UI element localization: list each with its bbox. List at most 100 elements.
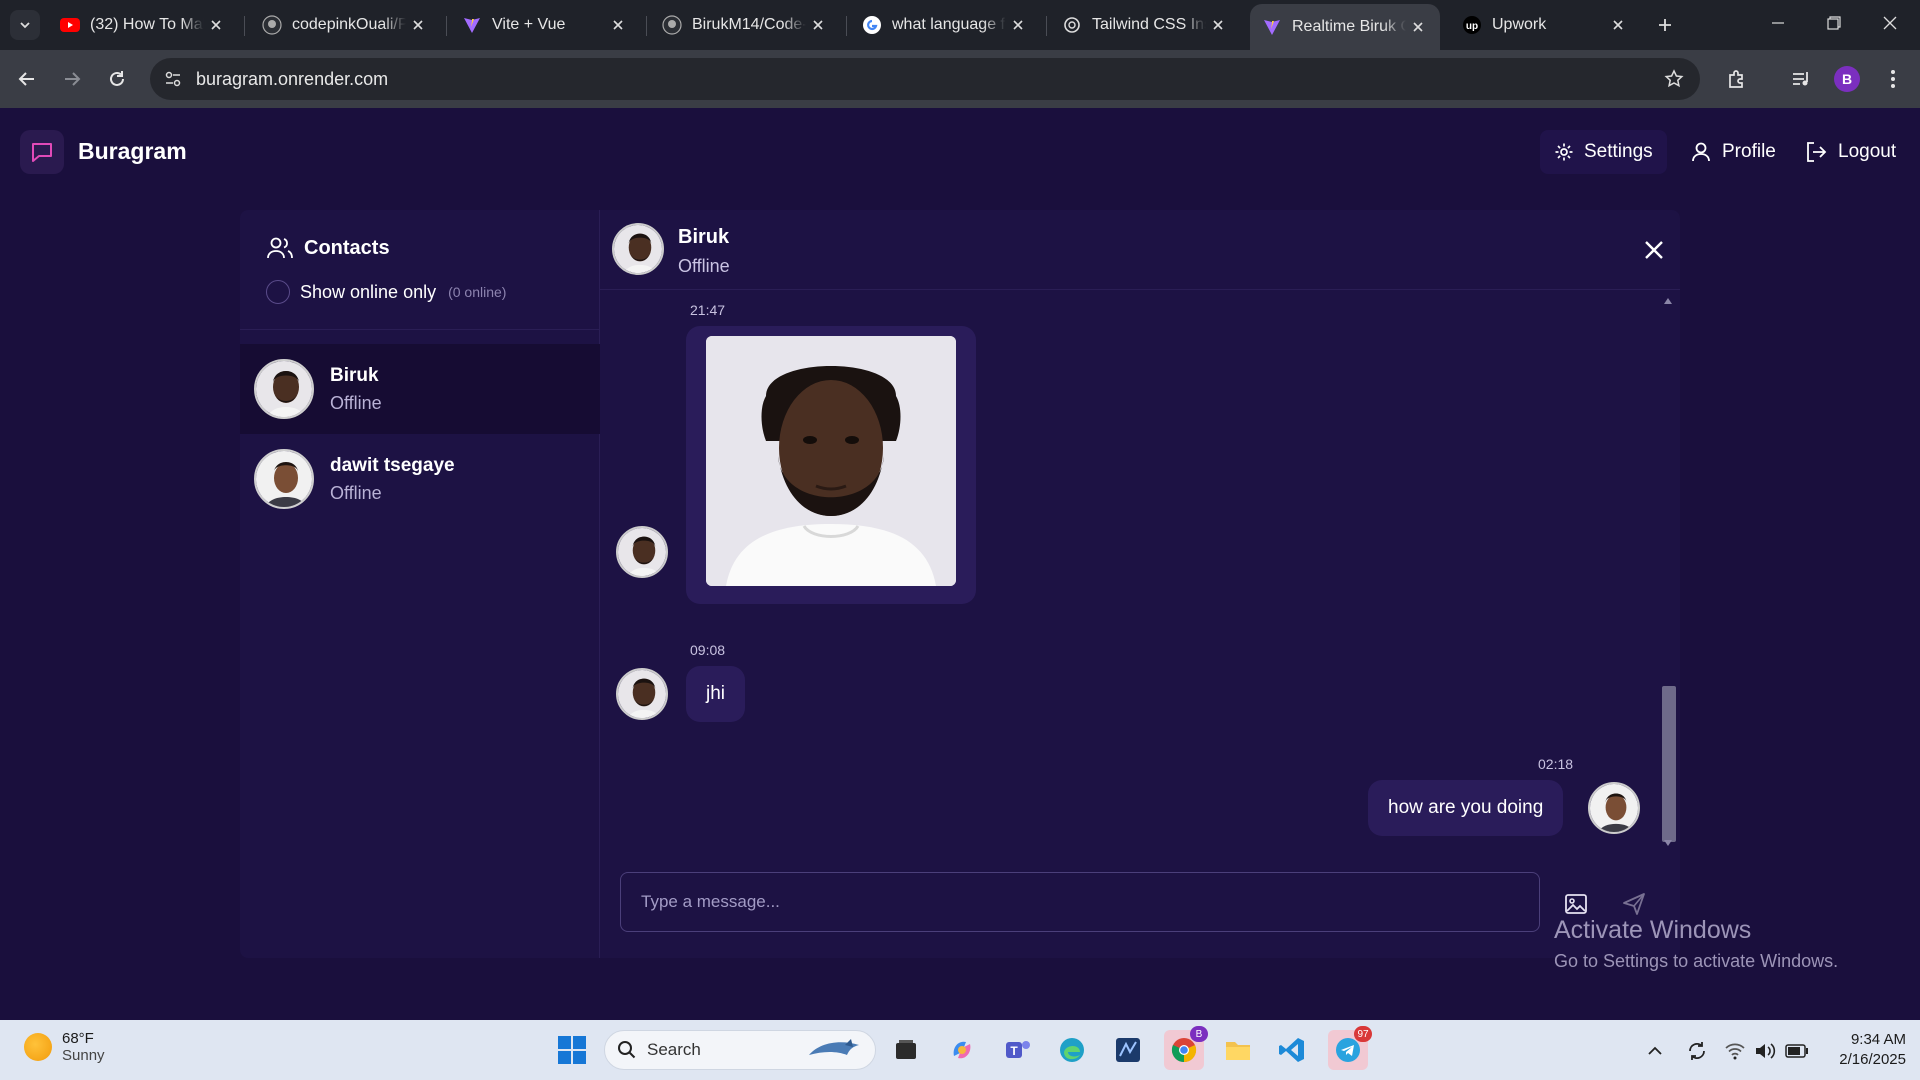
close-icon[interactable]	[1606, 13, 1630, 37]
back-button[interactable]	[12, 64, 42, 94]
close-icon	[1645, 241, 1663, 259]
tab-github-1[interactable]: codepinkOuali/P	[250, 8, 440, 42]
extensions-button[interactable]	[1722, 64, 1752, 94]
clock-date: 2/16/2025	[1839, 1051, 1906, 1068]
browser-menu-button[interactable]	[1878, 64, 1908, 94]
copilot-button[interactable]	[942, 1030, 982, 1070]
tab-upwork[interactable]: up Upwork	[1450, 8, 1640, 42]
arrow-right-icon	[65, 72, 81, 86]
task-view-button[interactable]	[886, 1030, 926, 1070]
media-control-button[interactable]	[1786, 64, 1816, 94]
chat-contact-name: Biruk	[678, 226, 730, 248]
search-icon	[618, 1041, 636, 1059]
forward-button[interactable]	[57, 64, 87, 94]
tab-separator	[846, 16, 847, 36]
tab-separator	[446, 16, 447, 36]
scroll-down-arrow[interactable]	[1663, 838, 1673, 848]
close-icon[interactable]	[806, 13, 830, 37]
restore-button[interactable]	[1806, 0, 1862, 46]
contact-status: Offline	[330, 482, 382, 503]
tab-title: Upwork	[1492, 16, 1547, 33]
volume-button[interactable]	[1752, 1038, 1778, 1064]
chat-bubble-icon	[32, 143, 52, 162]
google-icon	[862, 15, 882, 35]
bookmark-star-icon[interactable]	[1662, 67, 1686, 91]
tab-separator	[1046, 16, 1047, 36]
close-icon[interactable]	[1406, 15, 1430, 39]
reload-button[interactable]	[102, 64, 132, 94]
contact-item-dawit-tsegaye[interactable]: dawit tsegaye Offline	[240, 434, 600, 524]
start-button[interactable]	[552, 1030, 592, 1070]
chat-contact-status: Offline	[678, 256, 730, 276]
app-brand[interactable]: Buragram	[78, 138, 187, 165]
github-icon	[262, 15, 282, 35]
sync-status-button[interactable]	[1684, 1038, 1710, 1064]
show-online-label: Show online only	[300, 281, 437, 302]
tab-tailwind[interactable]: Tailwind CSS Inst	[1050, 8, 1240, 42]
close-window-button[interactable]	[1862, 0, 1918, 46]
weather-widget[interactable]: 68°F Sunny	[24, 1030, 105, 1064]
users-icon	[267, 237, 293, 259]
edge-button[interactable]	[1052, 1030, 1092, 1070]
tab-github-2[interactable]: BirukM14/Code-	[650, 8, 840, 42]
teams-button[interactable]: T	[998, 1030, 1038, 1070]
chrome-button[interactable]: B	[1164, 1026, 1208, 1070]
address-bar[interactable]: buragram.onrender.com	[150, 58, 1700, 100]
tab-title: (32) How To Make	[90, 16, 204, 33]
scrollbar-thumb[interactable]	[1662, 686, 1676, 842]
app-button-blue[interactable]	[1108, 1030, 1148, 1070]
browser-tab-bar: (32) How To Make codepinkOuali/P Vite + …	[0, 0, 1920, 50]
telegram-button[interactable]: 97	[1328, 1026, 1372, 1070]
tab-youtube[interactable]: (32) How To Make	[48, 8, 238, 42]
close-chat-button[interactable]	[1640, 236, 1668, 264]
profile-avatar[interactable]: B	[1834, 66, 1860, 92]
tab-vite-vue[interactable]: Vite + Vue	[450, 8, 640, 42]
reload-icon	[110, 71, 124, 86]
close-icon[interactable]	[1006, 13, 1030, 37]
clock-time: 9:34 AM	[1850, 1031, 1906, 1048]
message-input[interactable]	[620, 872, 1540, 932]
chat-header: Biruk Offline	[600, 210, 1680, 290]
dolphin-icon	[809, 1039, 859, 1055]
avatar	[1588, 782, 1640, 834]
show-online-only-toggle[interactable]: Show online only (0 online)	[266, 280, 506, 304]
tab-realtime-biruk[interactable]: Realtime Biruk C	[1250, 4, 1440, 50]
wifi-icon	[1725, 1043, 1745, 1060]
close-icon[interactable]	[606, 13, 630, 37]
settings-button[interactable]: Settings	[1540, 130, 1667, 174]
show-hidden-icons-button[interactable]	[1642, 1038, 1668, 1064]
watermark-title: Activate Windows	[1554, 916, 1752, 944]
scroll-up-arrow[interactable]	[1663, 296, 1673, 306]
app-logo[interactable]	[20, 130, 64, 174]
new-tab-button[interactable]	[1650, 10, 1680, 40]
close-icon[interactable]	[1206, 13, 1230, 37]
battery-button[interactable]	[1784, 1038, 1810, 1064]
taskbar-search[interactable]: Search	[604, 1030, 876, 1070]
message-list[interactable]: 21:47 09:08 jhi 02:18 how are you doing	[600, 290, 1680, 850]
logout-button[interactable]: Logout	[1790, 130, 1910, 174]
contact-item-biruk[interactable]: Biruk Offline	[240, 344, 600, 434]
battery-icon	[1785, 1044, 1808, 1058]
minimize-button[interactable]	[1750, 0, 1806, 46]
wifi-button[interactable]	[1722, 1038, 1748, 1064]
shared-photo[interactable]	[706, 336, 956, 586]
site-info-icon[interactable]	[160, 66, 186, 92]
minimize-icon	[1772, 22, 1784, 24]
contacts-sidebar: Contacts Show online only (0 online) Bir…	[240, 210, 600, 958]
close-icon[interactable]	[406, 13, 430, 37]
file-explorer-button[interactable]	[1218, 1030, 1258, 1070]
tab-google[interactable]: what language fr	[850, 8, 1040, 42]
tab-search-button[interactable]	[10, 10, 40, 40]
task-view-icon	[896, 1040, 916, 1059]
close-icon[interactable]	[204, 13, 228, 37]
profile-button[interactable]: Profile	[1676, 130, 1790, 174]
vscode-button[interactable]	[1272, 1030, 1312, 1070]
profile-label: Profile	[1722, 141, 1776, 162]
watermark-subtitle: Go to Settings to activate Windows.	[1554, 951, 1839, 971]
contact-name: Biruk	[330, 364, 379, 386]
vite-icon	[1262, 17, 1282, 37]
contact-name: dawit tsegaye	[330, 454, 455, 476]
system-clock[interactable]: 9:34 AM 2/16/2025	[1826, 1030, 1906, 1070]
folder-icon	[1226, 1042, 1250, 1060]
show-online-checkbox[interactable]	[266, 280, 290, 304]
